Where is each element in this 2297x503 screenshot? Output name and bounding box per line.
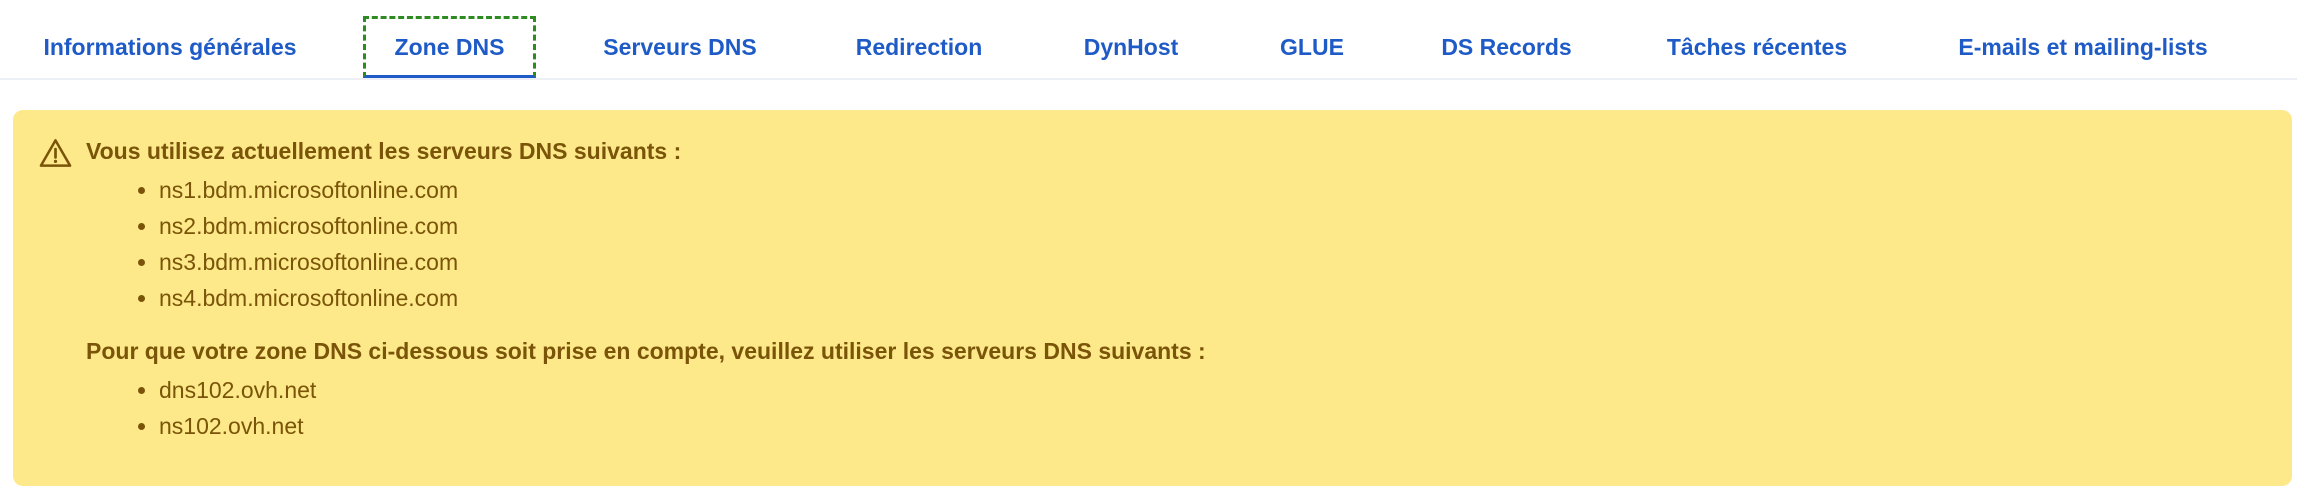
tab-informations-generales[interactable]: Informations générales bbox=[40, 16, 300, 78]
current-servers-list: ns1.bdm.microsoftonline.com ns2.bdm.micr… bbox=[86, 172, 458, 316]
tab-dynhost[interactable]: DynHost bbox=[1075, 16, 1187, 78]
warning-icon bbox=[39, 139, 72, 167]
required-server-item: ns102.ovh.net bbox=[86, 408, 316, 444]
current-server-item: ns1.bdm.microsoftonline.com bbox=[86, 172, 458, 208]
dns-warning-alert: Vous utilisez actuellement les serveurs … bbox=[13, 110, 2292, 486]
tab-ds-records[interactable]: DS Records bbox=[1439, 16, 1574, 78]
current-server-item: ns2.bdm.microsoftonline.com bbox=[86, 208, 458, 244]
tab-emails-mailing-lists[interactable]: E-mails et mailing-lists bbox=[1937, 16, 2229, 78]
tab-taches-recentes[interactable]: Tâches récentes bbox=[1664, 16, 1850, 78]
tab-glue[interactable]: GLUE bbox=[1274, 16, 1350, 78]
tab-serveurs-dns[interactable]: Serveurs DNS bbox=[596, 16, 764, 78]
required-server-item: dns102.ovh.net bbox=[86, 372, 316, 408]
required-servers-list: dns102.ovh.net ns102.ovh.net bbox=[86, 372, 316, 444]
tab-zone-dns[interactable]: Zone DNS bbox=[363, 16, 536, 78]
current-server-item: ns3.bdm.microsoftonline.com bbox=[86, 244, 458, 280]
tab-bar: Informations générales Zone DNS Serveurs… bbox=[0, 0, 2297, 80]
current-servers-heading: Vous utilisez actuellement les serveurs … bbox=[86, 138, 682, 164]
tab-redirection[interactable]: Redirection bbox=[848, 16, 990, 78]
current-server-item: ns4.bdm.microsoftonline.com bbox=[86, 280, 458, 316]
required-servers-heading: Pour que votre zone DNS ci-dessous soit … bbox=[86, 338, 1206, 364]
